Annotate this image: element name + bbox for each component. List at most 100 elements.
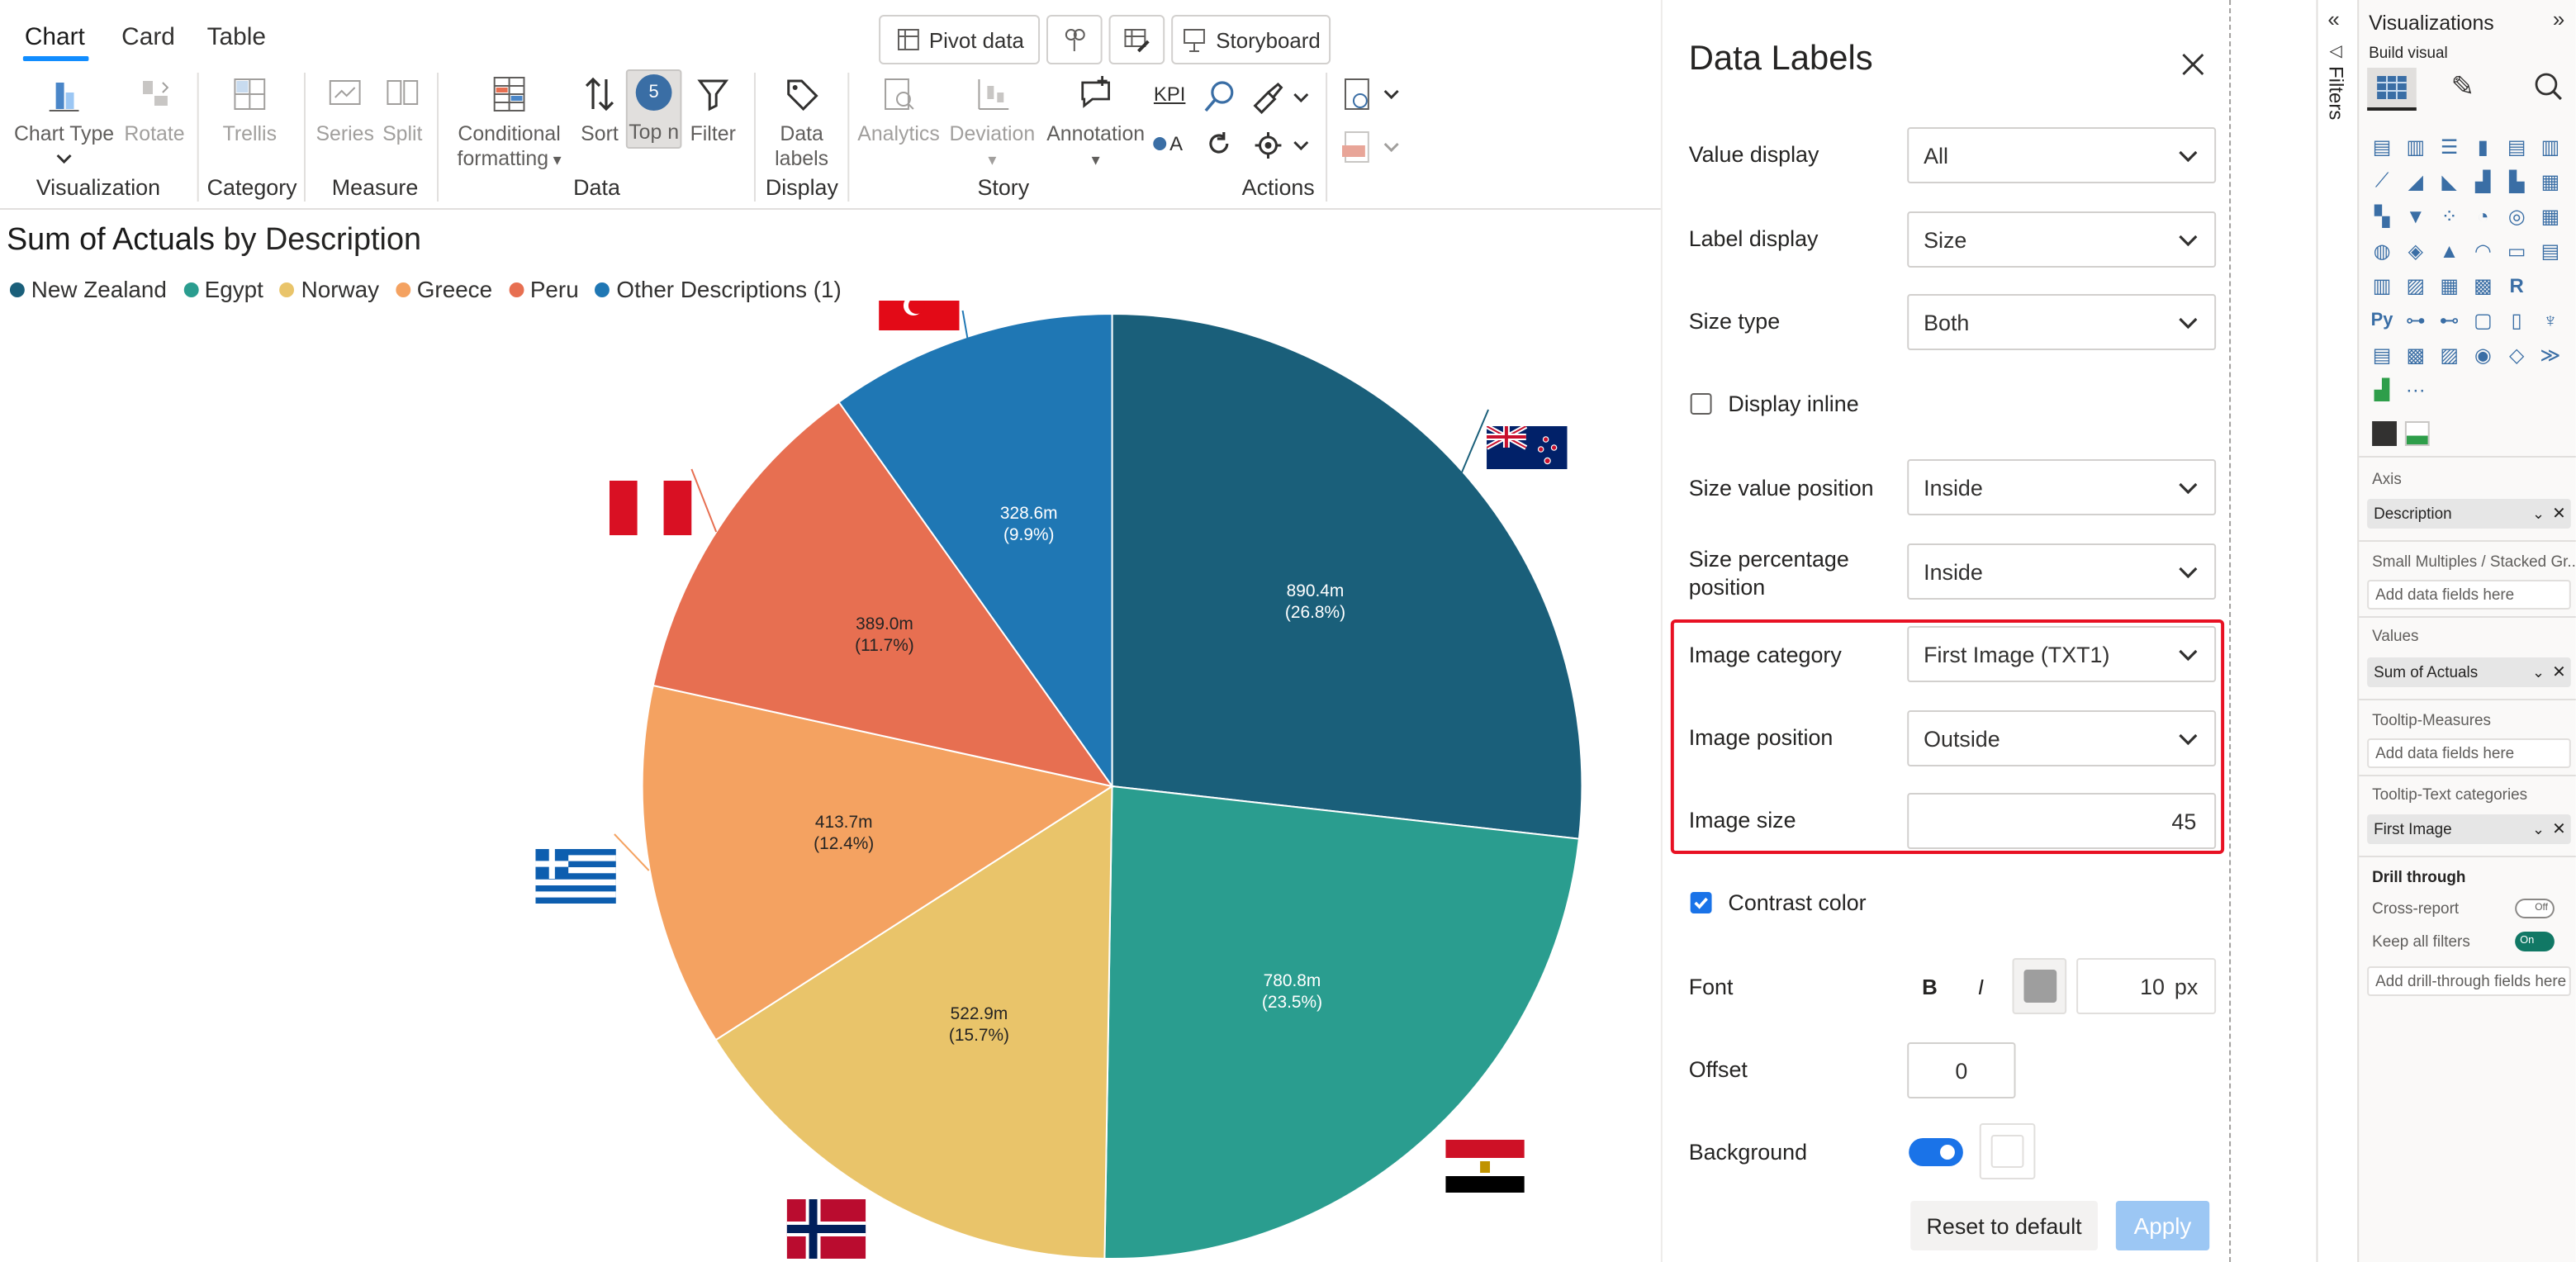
paginated-report-icon[interactable]: ▤ xyxy=(2369,340,2395,368)
globe-icon[interactable]: ◉ xyxy=(2469,340,2496,368)
line-column-icon[interactable]: ▟ xyxy=(2469,167,2496,195)
clustered-bar-icon[interactable]: ☰ xyxy=(2436,132,2463,160)
waterfall-icon[interactable]: ▚ xyxy=(2369,202,2395,230)
line-chart-icon[interactable]: ⟋ xyxy=(2369,167,2395,195)
close-icon[interactable] xyxy=(2181,53,2204,76)
tooltip-text-field-well[interactable]: First Image ⌄ ✕ xyxy=(2367,814,2571,844)
power-apps-icon[interactable]: ◇ xyxy=(2503,340,2530,368)
axis-label: Axis xyxy=(2372,471,2402,489)
ribbon-chart-icon[interactable]: ▦ xyxy=(2537,167,2564,195)
build-visual-tab-icon[interactable] xyxy=(2367,68,2417,111)
matrix-icon[interactable]: ▩ xyxy=(2469,271,2496,299)
background-toggle[interactable] xyxy=(1909,1138,1963,1166)
narrative-icon[interactable]: ▯ xyxy=(2503,306,2530,334)
image-category-label: Image category xyxy=(1688,643,1842,667)
contrast-color-checkbox[interactable] xyxy=(1690,892,1712,913)
reset-to-default-button[interactable]: Reset to default xyxy=(1910,1201,2098,1250)
stacked-column-icon[interactable]: ▥ xyxy=(2403,132,2429,160)
drill-through-label: Drill through xyxy=(2372,869,2466,887)
qa-icon[interactable]: ▢ xyxy=(2469,306,2496,334)
line-stacked-icon[interactable]: ▙ xyxy=(2503,167,2530,195)
power-automate-icon[interactable]: ≫ xyxy=(2537,340,2564,368)
values-field-well[interactable]: Sum of Actuals ⌄ ✕ xyxy=(2367,657,2571,687)
100-bar-icon[interactable]: ▤ xyxy=(2503,132,2530,160)
image-position-dropdown[interactable]: Outside xyxy=(1907,710,2217,766)
field-chevron-icon[interactable]: ⌄ xyxy=(2532,505,2545,523)
drill-through-drop-zone[interactable]: Add drill-through fields here xyxy=(2367,966,2571,996)
display-inline-checkbox[interactable] xyxy=(1690,393,1712,415)
image-size-input[interactable]: 45 xyxy=(1907,793,2217,849)
custom-green-visual-icon[interactable]: ▟ xyxy=(2369,375,2395,403)
azure-map-icon[interactable]: ▲ xyxy=(2436,236,2463,264)
flag-leader-lines xyxy=(614,310,1489,871)
size-value-position-dropdown[interactable]: Inside xyxy=(1907,459,2217,515)
field-chevron-icon[interactable]: ⌄ xyxy=(2532,820,2545,838)
visualizations-title: Visualizations xyxy=(2369,12,2494,35)
expand-chevron-icon[interactable]: » xyxy=(2553,7,2564,31)
python-visual-icon[interactable]: Py xyxy=(2369,306,2395,334)
donut-chart-icon[interactable]: ◎ xyxy=(2503,202,2530,230)
font-label: Font xyxy=(1688,975,1734,999)
tooltip-measures-drop-zone[interactable]: Add data fields here xyxy=(2367,738,2571,768)
kpi-icon[interactable]: ▥ xyxy=(2369,271,2395,299)
pie-chart-icon[interactable]: ◔ xyxy=(2469,202,2496,230)
apply-button[interactable]: Apply xyxy=(2115,1201,2210,1250)
chevron-down-icon xyxy=(2179,567,2198,579)
remove-field-icon[interactable]: ✕ xyxy=(2552,663,2566,681)
add-data-fields-hint: Add data fields here xyxy=(2375,744,2515,762)
tooltip-field-name: First Image xyxy=(2374,820,2452,838)
label-display-dropdown[interactable]: Size xyxy=(1907,211,2217,268)
clustered-column-icon[interactable]: ▮ xyxy=(2469,132,2496,160)
multi-row-card-icon[interactable]: ▤ xyxy=(2537,236,2564,264)
filters-pane[interactable]: « ◁ Filters xyxy=(2316,0,2358,1262)
small-multiples-drop-zone[interactable]: Add data fields here xyxy=(2367,580,2571,610)
area-chart-icon[interactable]: ◢ xyxy=(2403,167,2429,195)
custom-chart-icon[interactable] xyxy=(2404,421,2430,446)
stacked-area-icon[interactable]: ◣ xyxy=(2436,167,2463,195)
field-chevron-icon[interactable]: ⌄ xyxy=(2532,663,2545,681)
filled-map-icon[interactable]: ◈ xyxy=(2403,236,2429,264)
font-size-input[interactable]: 10 px xyxy=(2076,958,2217,1014)
divider xyxy=(2359,456,2576,458)
size-value-position-value: Inside xyxy=(1924,475,1983,500)
custom-visual-2-icon[interactable]: ▨ xyxy=(2436,340,2463,368)
italic-button[interactable]: I xyxy=(1978,975,1984,999)
background-color-picker[interactable] xyxy=(1979,1123,2036,1179)
map-icon[interactable]: ◍ xyxy=(2369,236,2395,264)
size-percentage-position-dropdown[interactable]: Inside xyxy=(1907,543,2217,600)
cross-report-toggle[interactable]: Off xyxy=(2515,899,2555,918)
table-icon[interactable]: ▦ xyxy=(2436,271,2463,299)
gauge-icon[interactable]: ◠ xyxy=(2469,236,2496,264)
small-multiples-label: Small Multiples / Stacked Gr... xyxy=(2372,553,2576,572)
value-display-dropdown[interactable]: All xyxy=(1907,127,2217,183)
key-influencers-icon[interactable]: ⊶ xyxy=(2403,306,2429,334)
axis-field-well[interactable]: Description ⌄ ✕ xyxy=(2367,499,2571,529)
collapse-chevron-icon[interactable]: « xyxy=(2327,7,2339,31)
treemap-icon[interactable]: ▦ xyxy=(2537,202,2564,230)
more-visuals-icon[interactable]: ··· xyxy=(2403,375,2429,403)
100-column-icon[interactable]: ▥ xyxy=(2537,132,2564,160)
image-category-dropdown[interactable]: First Image (TXT1) xyxy=(1907,626,2217,682)
trophy-icon[interactable]: ♆ xyxy=(2537,306,2564,334)
remove-field-icon[interactable]: ✕ xyxy=(2552,505,2566,523)
stacked-bar-icon[interactable]: ▤ xyxy=(2369,132,2395,160)
bold-button[interactable]: B xyxy=(1922,975,1938,999)
scatter-icon[interactable]: ⁘ xyxy=(2436,202,2463,230)
r-visual-icon[interactable]: R xyxy=(2503,271,2530,299)
analytics-tab-icon[interactable] xyxy=(2533,71,2563,109)
custom-visual-1-icon[interactable]: ▩ xyxy=(2403,340,2429,368)
custom-visual-icon[interactable] xyxy=(2372,421,2397,446)
image-category-value: First Image (TXT1) xyxy=(1924,642,2110,667)
offset-input[interactable]: 0 xyxy=(1907,1042,2016,1098)
image-position-value: Outside xyxy=(1924,726,2000,751)
card-icon[interactable]: ▭ xyxy=(2503,236,2530,264)
decomposition-tree-icon[interactable]: ⊷ xyxy=(2436,306,2463,334)
funnel-icon[interactable]: ▼ xyxy=(2403,202,2429,230)
keep-all-filters-toggle[interactable]: On xyxy=(2515,932,2555,951)
slicer-icon[interactable]: ▨ xyxy=(2403,271,2429,299)
toggle-knob xyxy=(1940,1145,1955,1160)
format-visual-tab-icon[interactable]: ✎ xyxy=(2451,71,2474,104)
size-type-dropdown[interactable]: Both xyxy=(1907,294,2217,350)
font-color-picker[interactable] xyxy=(2012,958,2067,1014)
remove-field-icon[interactable]: ✕ xyxy=(2552,820,2566,838)
